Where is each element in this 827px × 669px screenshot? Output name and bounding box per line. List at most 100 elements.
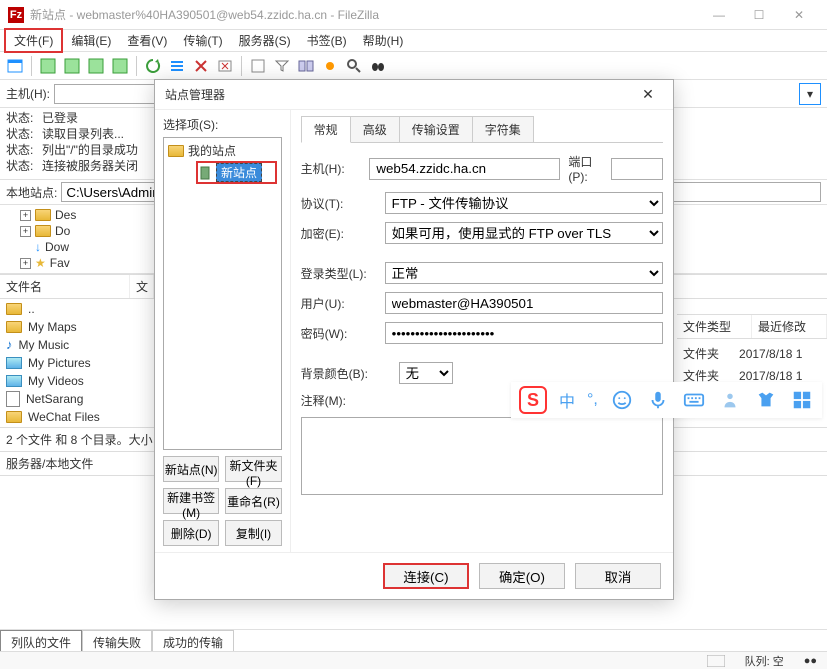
quick-host-input[interactable] <box>54 84 164 104</box>
cancel-button[interactable]: 取消 <box>575 563 661 589</box>
status-label: 状态: <box>6 110 34 126</box>
col-size[interactable]: 文 <box>130 275 154 298</box>
password-input[interactable] <box>385 322 663 344</box>
status-bar: 队列: 空 ●● <box>0 651 827 669</box>
toolbar-compare-icon[interactable] <box>295 55 317 77</box>
dialog-tabs: 常规 高级 传输设置 字符集 <box>301 116 663 143</box>
ime-lang-indicator[interactable]: 中 <box>559 388 575 412</box>
tab-success[interactable]: 成功的传输 <box>152 630 234 651</box>
tree-node[interactable]: Dow <box>45 239 69 255</box>
menu-server[interactable]: 服务器(S) <box>231 30 299 51</box>
toolbar-cancel-icon[interactable] <box>190 55 212 77</box>
list-item[interactable]: NetSarang <box>26 390 83 408</box>
toolbar-refresh-icon[interactable] <box>142 55 164 77</box>
toolbar-search-icon[interactable] <box>343 55 365 77</box>
col-type[interactable]: 文件类型 <box>677 315 752 338</box>
tree-node[interactable]: Do <box>55 223 70 239</box>
tab-transfer[interactable]: 传输设置 <box>399 116 473 142</box>
ime-toolbar[interactable]: S 中 °, <box>511 382 822 418</box>
col-modified[interactable]: 最近修改 <box>752 315 827 338</box>
col-name[interactable]: 文件名 <box>0 275 130 298</box>
dialog-title: 站点管理器 <box>165 86 633 103</box>
toolbar-reconnect-icon[interactable] <box>247 55 269 77</box>
toolbar-sync-icon[interactable] <box>319 55 341 77</box>
star-icon: ★ <box>35 255 46 271</box>
menu-help[interactable]: 帮助(H) <box>355 30 412 51</box>
bgcolor-select[interactable]: 无 <box>399 362 453 384</box>
toolbar-filter-icon[interactable] <box>271 55 293 77</box>
comment-textarea[interactable] <box>301 417 663 495</box>
toolbar-sitemanager-icon[interactable] <box>4 55 26 77</box>
close-window-button[interactable]: ✕ <box>779 0 819 30</box>
toolbar-toggle2-icon[interactable] <box>61 55 83 77</box>
site-tree-item[interactable]: 新站点 <box>196 161 277 184</box>
menu-file[interactable]: 文件(F) <box>4 28 63 53</box>
site-tree[interactable]: 我的站点 新站点 <box>163 137 282 450</box>
list-item[interactable]: WeChat Files <box>28 408 100 426</box>
rename-button[interactable]: 重命名(R) <box>225 488 281 514</box>
menu-transfer[interactable]: 传输(T) <box>175 30 230 51</box>
folder-icon <box>35 209 51 221</box>
new-site-button[interactable]: 新站点(N) <box>163 456 219 482</box>
site-tree-item-label[interactable]: 新站点 <box>216 163 262 182</box>
menu-edit[interactable]: 编辑(E) <box>63 30 119 51</box>
logon-type-label: 登录类型(L): <box>301 265 377 282</box>
user-input[interactable] <box>385 292 663 314</box>
connect-button[interactable]: 连接(C) <box>383 563 469 589</box>
host-input[interactable] <box>369 158 560 180</box>
ime-keyboard-icon[interactable] <box>682 388 706 412</box>
ime-toolbox-icon[interactable] <box>790 388 814 412</box>
ime-emoji-icon[interactable] <box>610 388 634 412</box>
list-item[interactable]: My Music <box>19 336 70 354</box>
menu-view[interactable]: 查看(V) <box>119 30 175 51</box>
ime-skin-icon[interactable] <box>754 388 778 412</box>
new-folder-button[interactable]: 新文件夹(F) <box>225 456 281 482</box>
ime-punct-icon[interactable]: °, <box>587 391 598 409</box>
port-input[interactable] <box>611 158 663 180</box>
toolbar-toggle1-icon[interactable] <box>37 55 59 77</box>
site-tree-root[interactable]: 我的站点 <box>188 142 236 159</box>
ime-person-icon[interactable] <box>718 388 742 412</box>
maximize-button[interactable]: ☐ <box>739 0 779 30</box>
port-label: 端口(P): <box>568 153 603 184</box>
protocol-select[interactable]: FTP - 文件传输协议 <box>385 192 663 214</box>
tab-queued[interactable]: 列队的文件 <box>0 630 82 651</box>
folder-icon <box>6 303 22 315</box>
copy-button[interactable]: 复制(I) <box>225 520 281 546</box>
list-item[interactable]: My Pictures <box>28 354 91 372</box>
ok-button[interactable]: 确定(O) <box>479 563 565 589</box>
music-icon: ♪ <box>6 336 13 354</box>
toolbar-queue-icon[interactable] <box>166 55 188 77</box>
list-item[interactable]: .. <box>28 300 35 318</box>
local-path-label: 本地站点: <box>6 184 57 201</box>
tree-node[interactable]: Fav <box>50 255 70 271</box>
toolbar-binoculars-icon[interactable] <box>367 55 389 77</box>
toolbar-toggle3-icon[interactable] <box>85 55 107 77</box>
status-label: 状态: <box>6 142 34 158</box>
tab-failed[interactable]: 传输失败 <box>82 630 152 651</box>
tab-general[interactable]: 常规 <box>301 116 351 143</box>
comment-label: 注释(M): <box>301 392 377 409</box>
minimize-button[interactable]: — <box>699 0 739 30</box>
tab-charset[interactable]: 字符集 <box>472 116 534 142</box>
tree-node[interactable]: Des <box>55 207 76 223</box>
dialog-close-button[interactable]: ✕ <box>633 86 663 103</box>
queue-status: 队列: 空 <box>745 653 784 669</box>
tree-expand-icon[interactable]: + <box>20 226 31 237</box>
list-item[interactable]: My Videos <box>28 372 84 390</box>
quickconnect-dropdown-icon[interactable]: ▾ <box>799 83 821 105</box>
ime-mic-icon[interactable] <box>646 388 670 412</box>
toolbar-disconnect-icon[interactable] <box>214 55 236 77</box>
logon-type-select[interactable]: 正常 <box>385 262 663 284</box>
new-bookmark-button[interactable]: 新建书签(M) <box>163 488 219 514</box>
toolbar-toggle4-icon[interactable] <box>109 55 131 77</box>
menu-bookmarks[interactable]: 书签(B) <box>299 30 355 51</box>
folder-icon <box>6 411 22 423</box>
tree-expand-icon[interactable]: + <box>20 258 31 269</box>
delete-button[interactable]: 删除(D) <box>163 520 219 546</box>
tree-expand-icon[interactable]: + <box>20 210 31 221</box>
encryption-select[interactable]: 如果可用，使用显式的 FTP over TLS <box>385 222 663 244</box>
tab-advanced[interactable]: 高级 <box>350 116 400 142</box>
list-item[interactable]: My Maps <box>28 318 77 336</box>
ime-logo-icon[interactable]: S <box>519 386 547 414</box>
